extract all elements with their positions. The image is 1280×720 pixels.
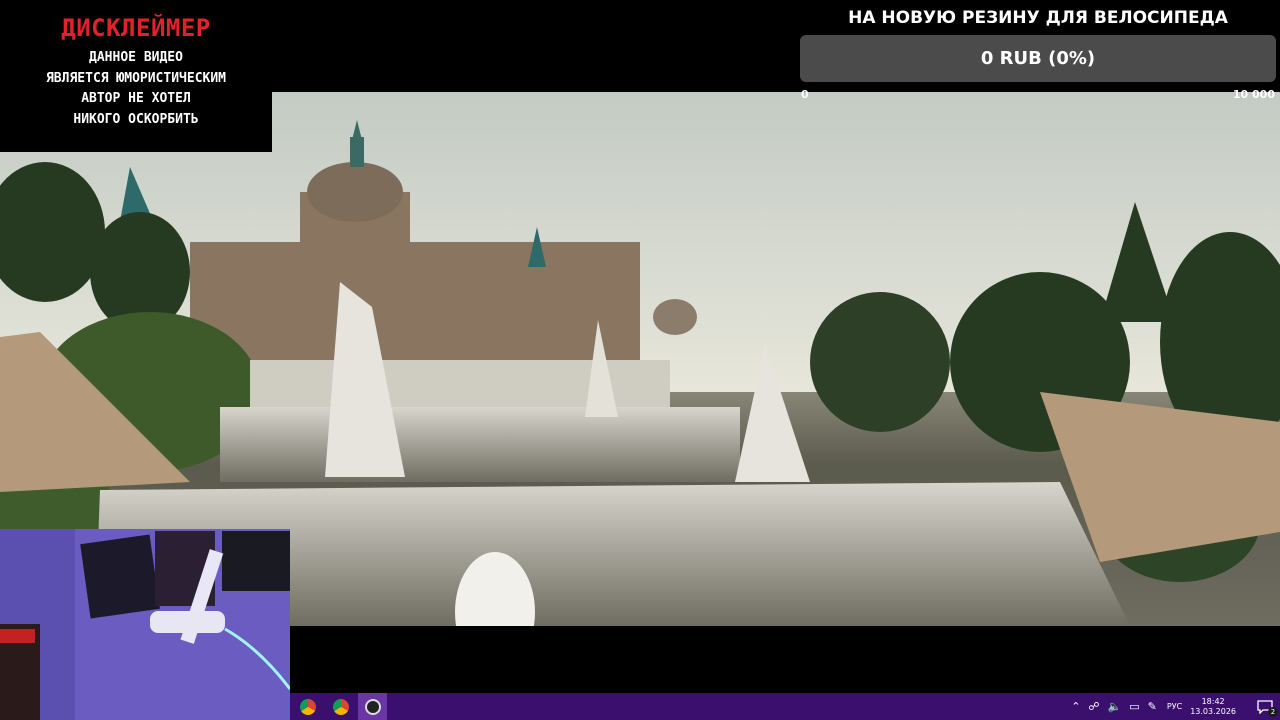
chrome-icon [332,698,349,715]
volume-icon[interactable]: 🔈 [1108,700,1122,713]
disclaimer-line: НИКОГО ОСКОРБИТЬ [73,111,199,127]
disclaimer-line: ДАННОЕ ВИДЕО [89,50,183,65]
donation-goal-max: 10 000 [1232,88,1275,101]
network-icon[interactable]: ☍ [1088,700,1099,713]
chrome-icon [299,698,316,715]
donation-goal-bar: 0 RUB (0%) [800,35,1276,82]
language-indicator[interactable]: РУС [1167,702,1182,711]
webcam-scene [0,529,290,720]
disclaimer-body: ДАННОЕ ВИДЕО ЯВЛЯЕТСЯ ЮМОРИСТИЧЕСКИМ АВТ… [0,48,272,130]
disclaimer-line: АВТОР НЕ ХОТЕЛ [81,91,191,106]
donation-goal-value: 0 RUB (0%) [980,48,1096,69]
disclaimer-panel: ДИСКЛЕЙМЕР ДАННОЕ ВИДЕО ЯВЛЯЕТСЯ ЮМОРИСТ… [0,0,272,152]
chevron-up-icon[interactable]: ⌃ [1071,700,1080,713]
webcam-feed [0,529,290,720]
disclaimer-line: ЯВЛЯЕТСЯ ЮМОРИСТИЧЕСКИМ [45,70,226,86]
disclaimer-title: ДИСКЛЕЙМЕР [61,14,211,42]
notification-badge: 2 [1268,706,1278,717]
taskbar-app-obs[interactable] [358,693,387,720]
donation-goal-title: НА НОВУЮ РЕЗИНУ ДЛЯ ВЕЛОСИПЕДА [848,8,1228,28]
clock-time: 18:42 [1201,696,1225,706]
taskbar-app-chrome-2[interactable] [326,693,355,720]
donation-goal-min: 0 [801,88,809,101]
taskbar-app-chrome[interactable] [293,693,322,720]
clock-date: 13.03.2026 [1190,706,1236,716]
pen-icon[interactable]: ✎ [1148,700,1157,713]
obs-icon [364,698,381,715]
clock[interactable]: 18:42 13.03.2026 [1190,697,1236,717]
notification-button[interactable]: 2 [1256,697,1278,717]
taskbar: ⌃ ☍ 🔈 ▭ ✎ РУС 18:42 13.03.2026 2 [290,693,1280,720]
system-tray: ⌃ ☍ 🔈 ▭ ✎ РУС 18:42 13.03.2026 2 [1067,693,1280,720]
display-icon[interactable]: ▭ [1129,700,1139,713]
